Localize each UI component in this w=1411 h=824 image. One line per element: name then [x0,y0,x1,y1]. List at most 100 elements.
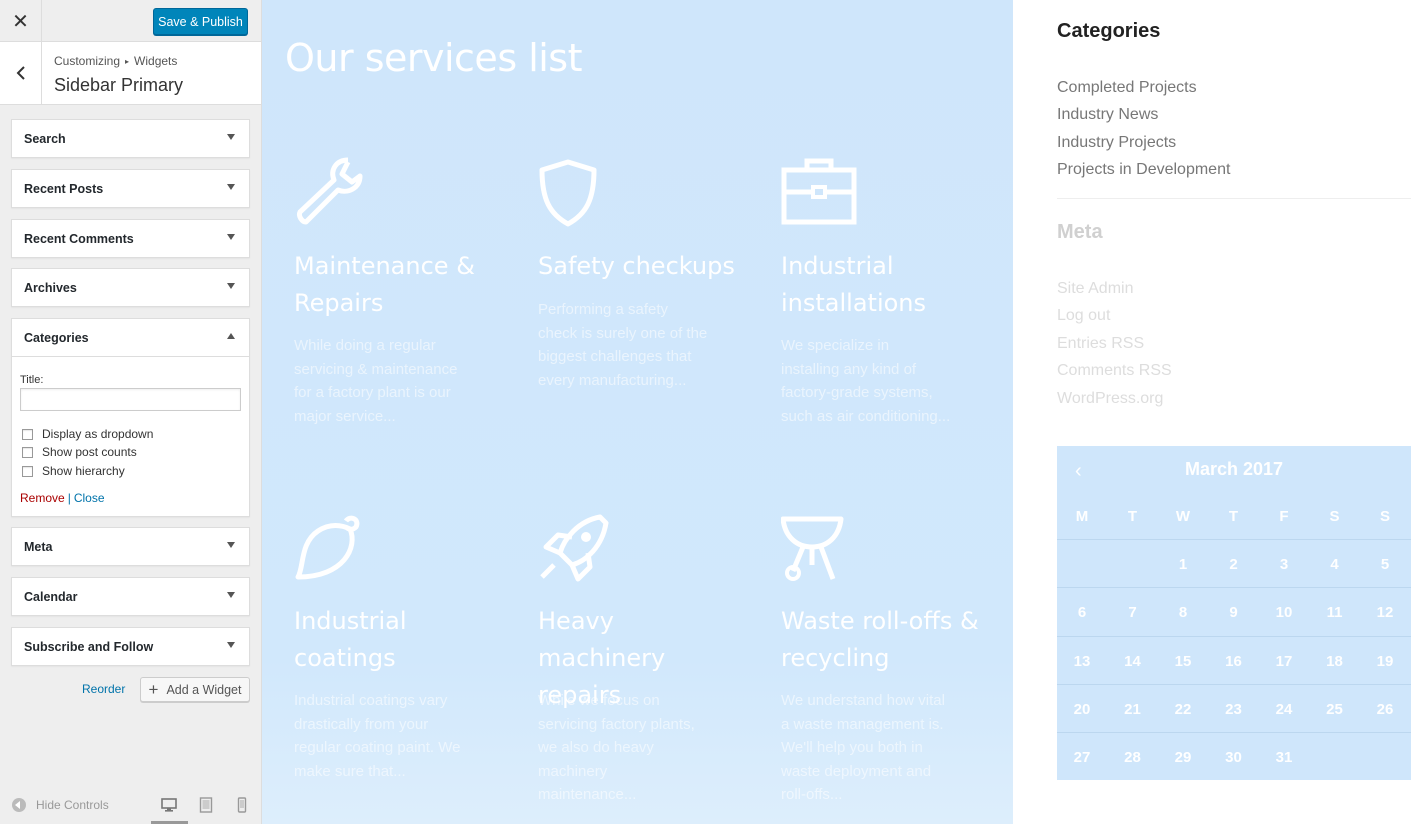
hide-controls-label: Hide Controls [36,798,109,812]
category-link[interactable]: Industry News [1057,106,1158,124]
chevron-down-icon[interactable] [227,642,235,648]
calendar-day: 15 [1174,652,1192,670]
save-publish-button[interactable]: Save & Publish [153,8,248,35]
service-title: Industrial coatings [294,607,407,672]
calendar-day: 30 [1225,749,1242,767]
category-link[interactable]: Completed Projects [1057,79,1197,97]
widget-title: Recent Comments [24,232,134,246]
close-link[interactable]: Close [74,491,105,505]
close-icon[interactable]: ✕ [0,0,42,42]
collapse-icon [12,798,26,812]
site-preview: Our services list Maintenance & Repairs … [262,0,1411,824]
calendar-day: 10 [1275,604,1293,622]
meta-heading: Meta [1057,221,1103,243]
widget-calendar[interactable]: Calendar [11,577,250,616]
chevron-down-icon[interactable] [227,184,235,190]
calendar-day: 5 [1380,556,1390,573]
calendar-day: 31 [1275,749,1293,767]
back-arrow-icon[interactable] [0,42,42,104]
service-description: While doing a regular servicing & mainte… [294,337,458,425]
calendar-weekday: S [1329,508,1340,525]
checkbox[interactable] [22,428,33,440]
calendar-day: 6 [1077,604,1087,622]
calendar-day: 22 [1174,700,1192,718]
services-section: Our services list Maintenance & Repairs … [262,0,1013,824]
grill-icon [781,516,844,581]
widget-title: Search [24,132,66,146]
calendar-row-divider [1057,587,1411,589]
calendar-day: 27 [1073,749,1091,767]
calendar-day: 24 [1275,700,1293,718]
meta-link[interactable]: Comments RSS [1057,362,1172,380]
calendar-day: 13 [1073,652,1091,670]
calendar-day: 11 [1326,604,1343,622]
chevron-down-icon[interactable] [227,234,235,240]
calendar-day: 19 [1376,652,1394,670]
chevron-up-icon[interactable] [227,333,235,339]
calendar-widget: March 2017 ‹ M T W T F S S 1 2 3 4 5 6 7 8 9 10 11 12 13 14 1… [1057,446,1411,780]
calendar-weekday: S [1379,508,1390,525]
paint-brush-icon [295,515,360,580]
category-link[interactable]: Industry Projects [1057,134,1176,152]
breadcrumb-root: Customizing [54,54,121,68]
widget-title: Archives [24,281,77,295]
widget-archives[interactable]: Archives [11,268,250,307]
calendar-row-divider [1057,635,1411,637]
widget-meta[interactable]: Meta [11,527,250,566]
desktop-icon[interactable] [161,797,177,813]
calendar-day: 17 [1275,652,1293,670]
add-widget-button[interactable]: + Add a Widget [140,677,250,702]
category-link[interactable]: Projects in Development [1057,161,1230,179]
widget-subscribe-follow[interactable]: Subscribe and Follow [11,627,250,666]
calendar-day: 21 [1124,700,1141,718]
wrench-icon [297,157,363,225]
chevron-down-icon[interactable] [227,592,235,598]
meta-link[interactable]: Log out [1057,307,1110,325]
customizer-sidebar: ✕ Save & Publish Customizing ▸ Widgets Sid… [0,0,262,824]
checkbox[interactable] [22,465,33,477]
chevron-left-icon[interactable]: ‹ [1075,460,1082,483]
hide-controls-button[interactable]: Hide Controls [12,798,109,812]
service-title: Maintenance & Repairs [294,252,475,317]
meta-link[interactable]: WordPress.org [1057,390,1163,408]
calendar-day: 14 [1124,652,1141,670]
section-title: Sidebar Primary [54,75,184,95]
service-description: We specialize in installing any kind of … [781,337,951,425]
service-description: Industrial coatings vary drastically fro… [294,692,461,780]
chevron-down-icon[interactable] [227,283,235,289]
title-input[interactable] [20,388,241,411]
plus-icon: + [148,680,159,699]
calendar-day: 26 [1376,700,1394,718]
calendar-month: March 2017 [1184,459,1284,479]
widget-title: Recent Posts [24,182,104,196]
remove-link[interactable]: Remove [20,491,65,505]
customizer-footer: Hide Controls [0,786,261,824]
calendar-day: 7 [1128,604,1137,622]
tablet-icon[interactable] [198,797,214,813]
calendar-day: 25 [1326,700,1343,718]
checkbox[interactable] [22,446,33,458]
widget-recent-comments[interactable]: Recent Comments [11,219,250,258]
divider [1057,198,1411,199]
widget-actions: Remove | Close [20,491,105,505]
mobile-icon[interactable] [234,797,250,813]
chevron-down-icon[interactable] [227,542,235,548]
widget-recent-posts[interactable]: Recent Posts [11,169,250,208]
rocket-icon [540,514,609,582]
service-title: Safety checkups [538,252,735,280]
calendar-day: 23 [1225,700,1242,718]
meta-link[interactable]: Site Admin [1057,280,1133,298]
calendar-row-divider [1057,683,1411,685]
breadcrumb: Customizing ▸ Widgets [54,54,177,68]
calendar-day: 20 [1073,700,1091,718]
service-description: Performing a safety check is surely one … [538,301,708,389]
reorder-link[interactable]: Reorder [82,682,125,696]
chevron-down-icon[interactable] [227,134,235,140]
widget-title: Subscribe and Follow [24,640,154,654]
meta-link[interactable]: Entries RSS [1057,335,1144,353]
calendar-day: 29 [1174,749,1192,767]
categories-heading: Categories [1057,20,1161,42]
widget-search[interactable]: Search [11,119,250,158]
widget-title: Meta [24,540,53,554]
service-description: While we focus on servicing factory plan… [538,692,695,804]
